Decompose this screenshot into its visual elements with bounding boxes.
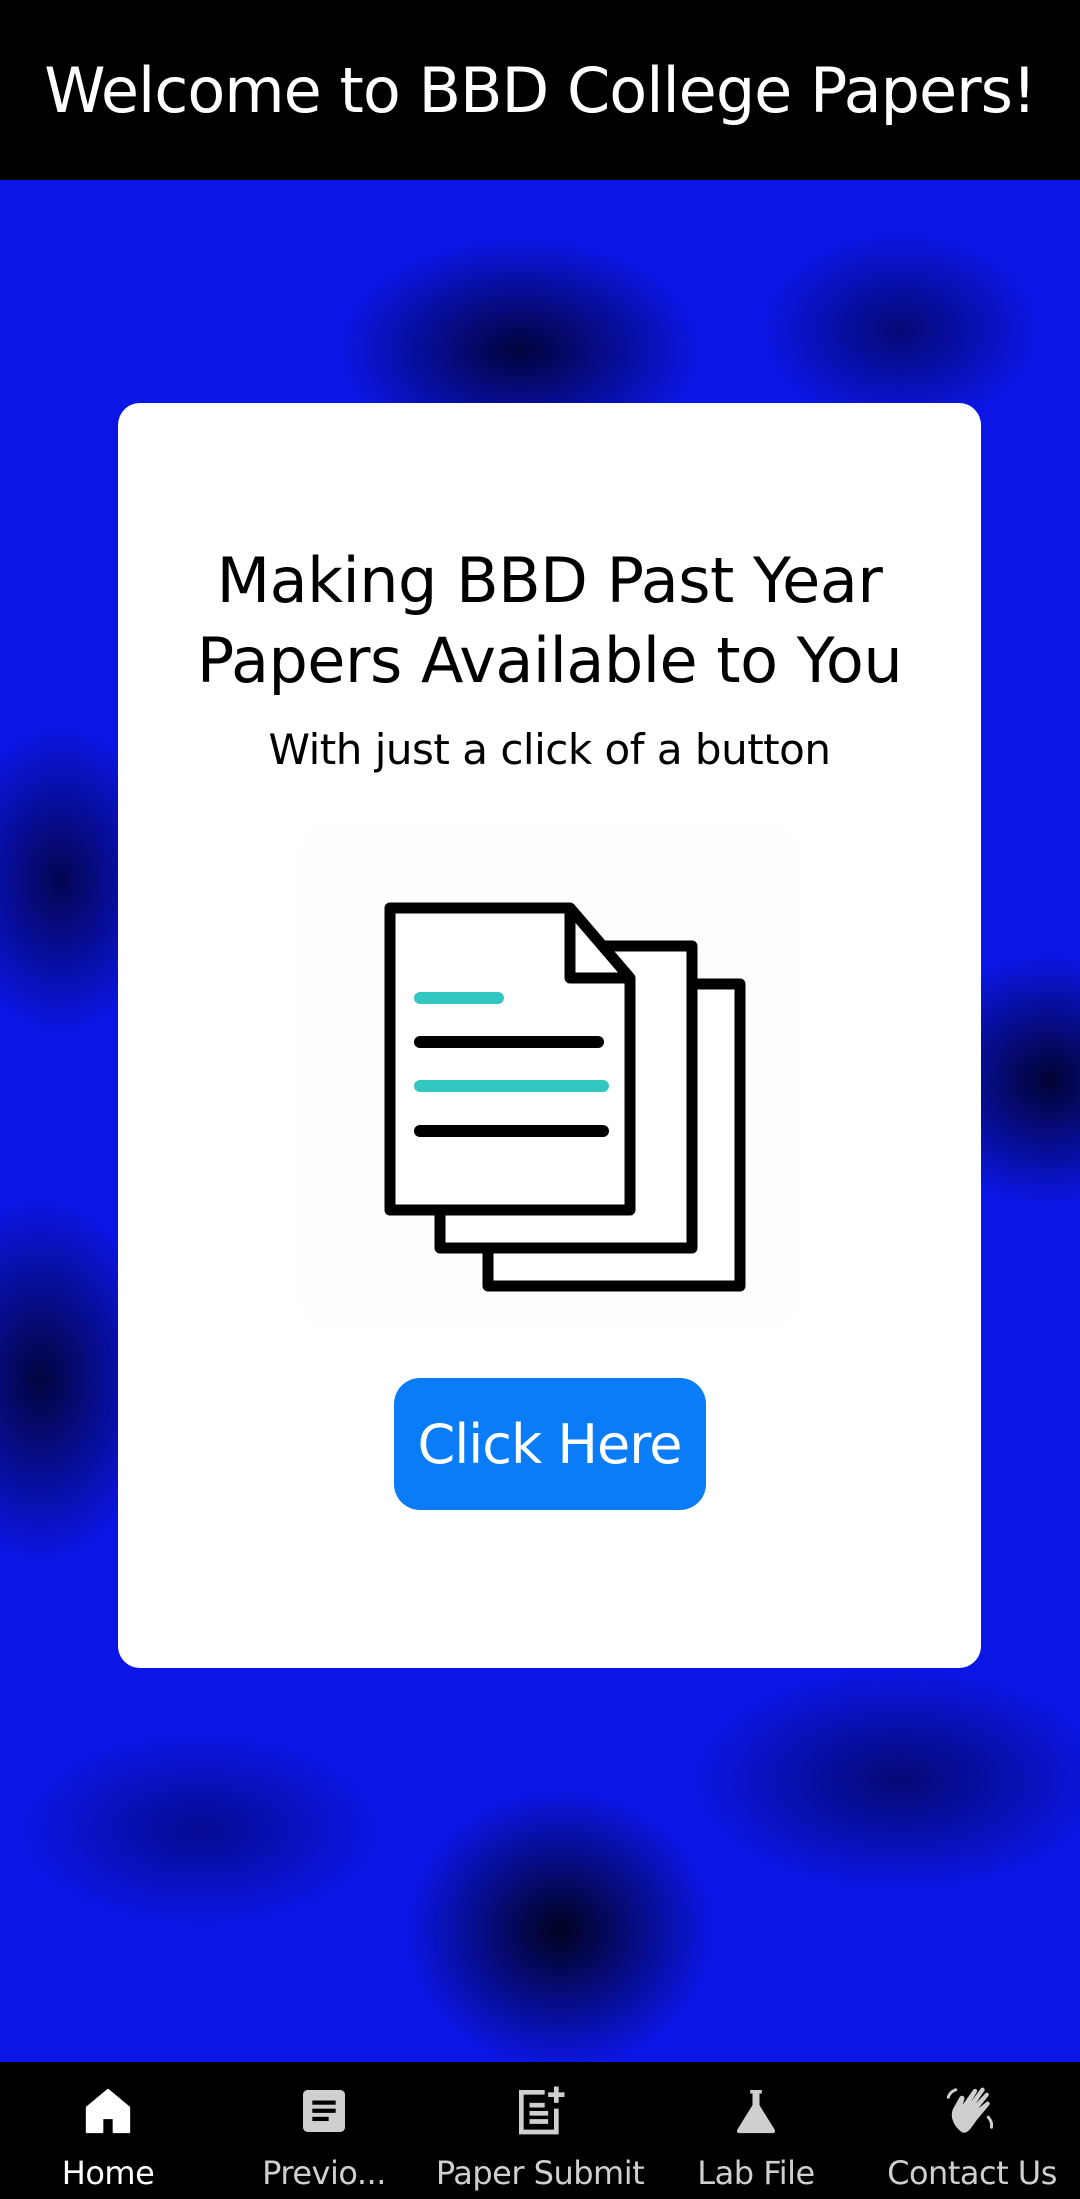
waving-hand-icon	[939, 2078, 1005, 2144]
post-add-icon	[507, 2078, 573, 2144]
app-header: Welcome to BBD College Papers!	[0, 0, 1080, 180]
nav-item-home[interactable]: Home	[0, 2062, 216, 2199]
nav-item-previous[interactable]: Previo...	[216, 2062, 432, 2199]
card-title-line-2: Papers Available to You	[196, 624, 903, 697]
documents-icon	[299, 826, 800, 1326]
nav-item-lab-file[interactable]: Lab File	[648, 2062, 864, 2199]
article-icon	[291, 2078, 357, 2144]
card-subtitle: With just a click of a button	[268, 725, 831, 774]
header-title: Welcome to BBD College Papers!	[44, 53, 1037, 127]
welcome-card: Making BBD Past Year Papers Available to…	[118, 403, 981, 1668]
card-title: Making BBD Past Year Papers Available to…	[196, 541, 903, 701]
home-icon	[75, 2078, 141, 2144]
nav-label-home: Home	[61, 2154, 155, 2192]
nav-label-contact-us: Contact Us	[887, 2154, 1057, 2192]
click-here-button[interactable]: Click Here	[393, 1378, 706, 1510]
flask-icon	[723, 2078, 789, 2144]
nav-label-previous: Previo...	[262, 2154, 386, 2192]
nav-item-paper-submit[interactable]: Paper Submit	[432, 2062, 648, 2199]
bottom-navigation: Home Previo... Paper Submit Lab File Con…	[0, 2062, 1080, 2199]
nav-label-paper-submit: Paper Submit	[435, 2154, 645, 2192]
nav-label-lab-file: Lab File	[697, 2154, 815, 2192]
card-title-line-1: Making BBD Past Year	[216, 544, 883, 617]
nav-item-contact-us[interactable]: Contact Us	[864, 2062, 1080, 2199]
